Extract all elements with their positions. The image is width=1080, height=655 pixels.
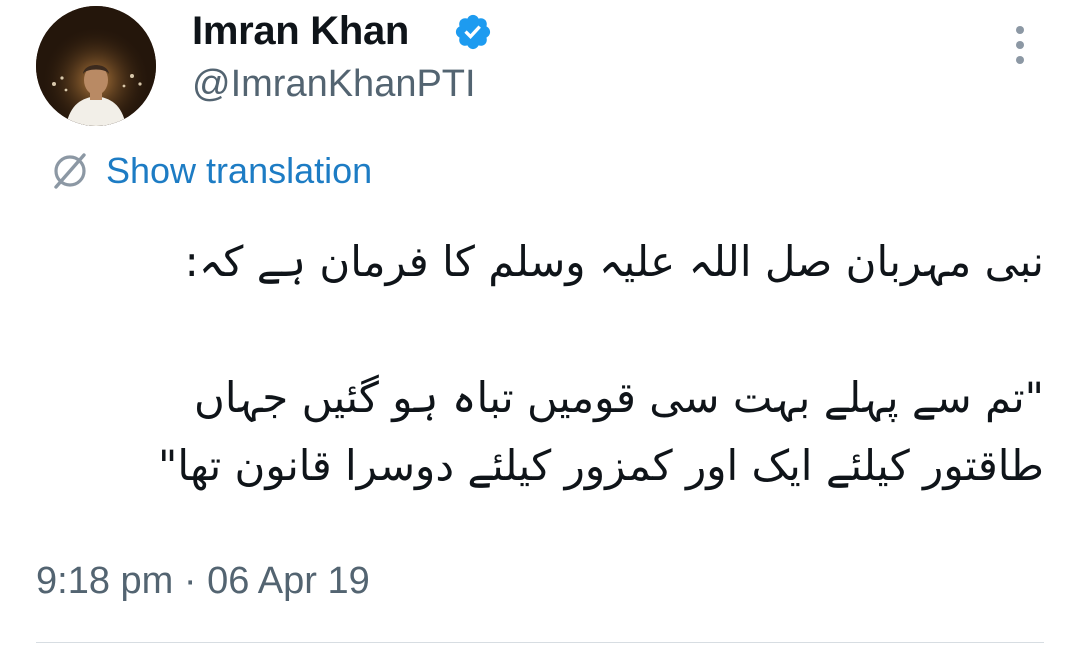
author-display-name[interactable]: Imran Khan xyxy=(192,6,409,56)
divider xyxy=(36,642,1044,643)
author-handle[interactable]: @ImranKhanPTI xyxy=(192,60,476,108)
tweet-text: نبی مہربان صل اللہ علیہ وسلم کا فرمان ہے… xyxy=(36,228,1044,500)
verified-badge-icon xyxy=(455,14,491,50)
avatar[interactable] xyxy=(36,6,156,126)
tweet-timestamp[interactable]: 9:18 pm · 06 Apr 19 xyxy=(36,556,370,606)
tweet-card: Imran Khan @ImranKhanPTI Show translatio… xyxy=(0,0,1080,655)
show-translation-label[interactable]: Show translation xyxy=(106,150,372,192)
tweet-text-gap xyxy=(36,296,1044,364)
more-vertical-icon[interactable] xyxy=(1002,26,1038,72)
translate-globe-icon xyxy=(54,153,86,189)
show-translation-link[interactable]: Show translation xyxy=(48,148,372,194)
tweet-text-line: نبی مہربان صل اللہ علیہ وسلم کا فرمان ہے… xyxy=(184,237,1044,286)
avatar-image xyxy=(36,6,156,126)
tweet-text-line: طاقتور کیلئے ایک اور کمزور کیلئے دوسرا ق… xyxy=(158,441,1044,490)
tweet-text-line: "تم سے پہلے بہت سی قومیں تباہ ہو گئیں جہ… xyxy=(194,373,1044,422)
